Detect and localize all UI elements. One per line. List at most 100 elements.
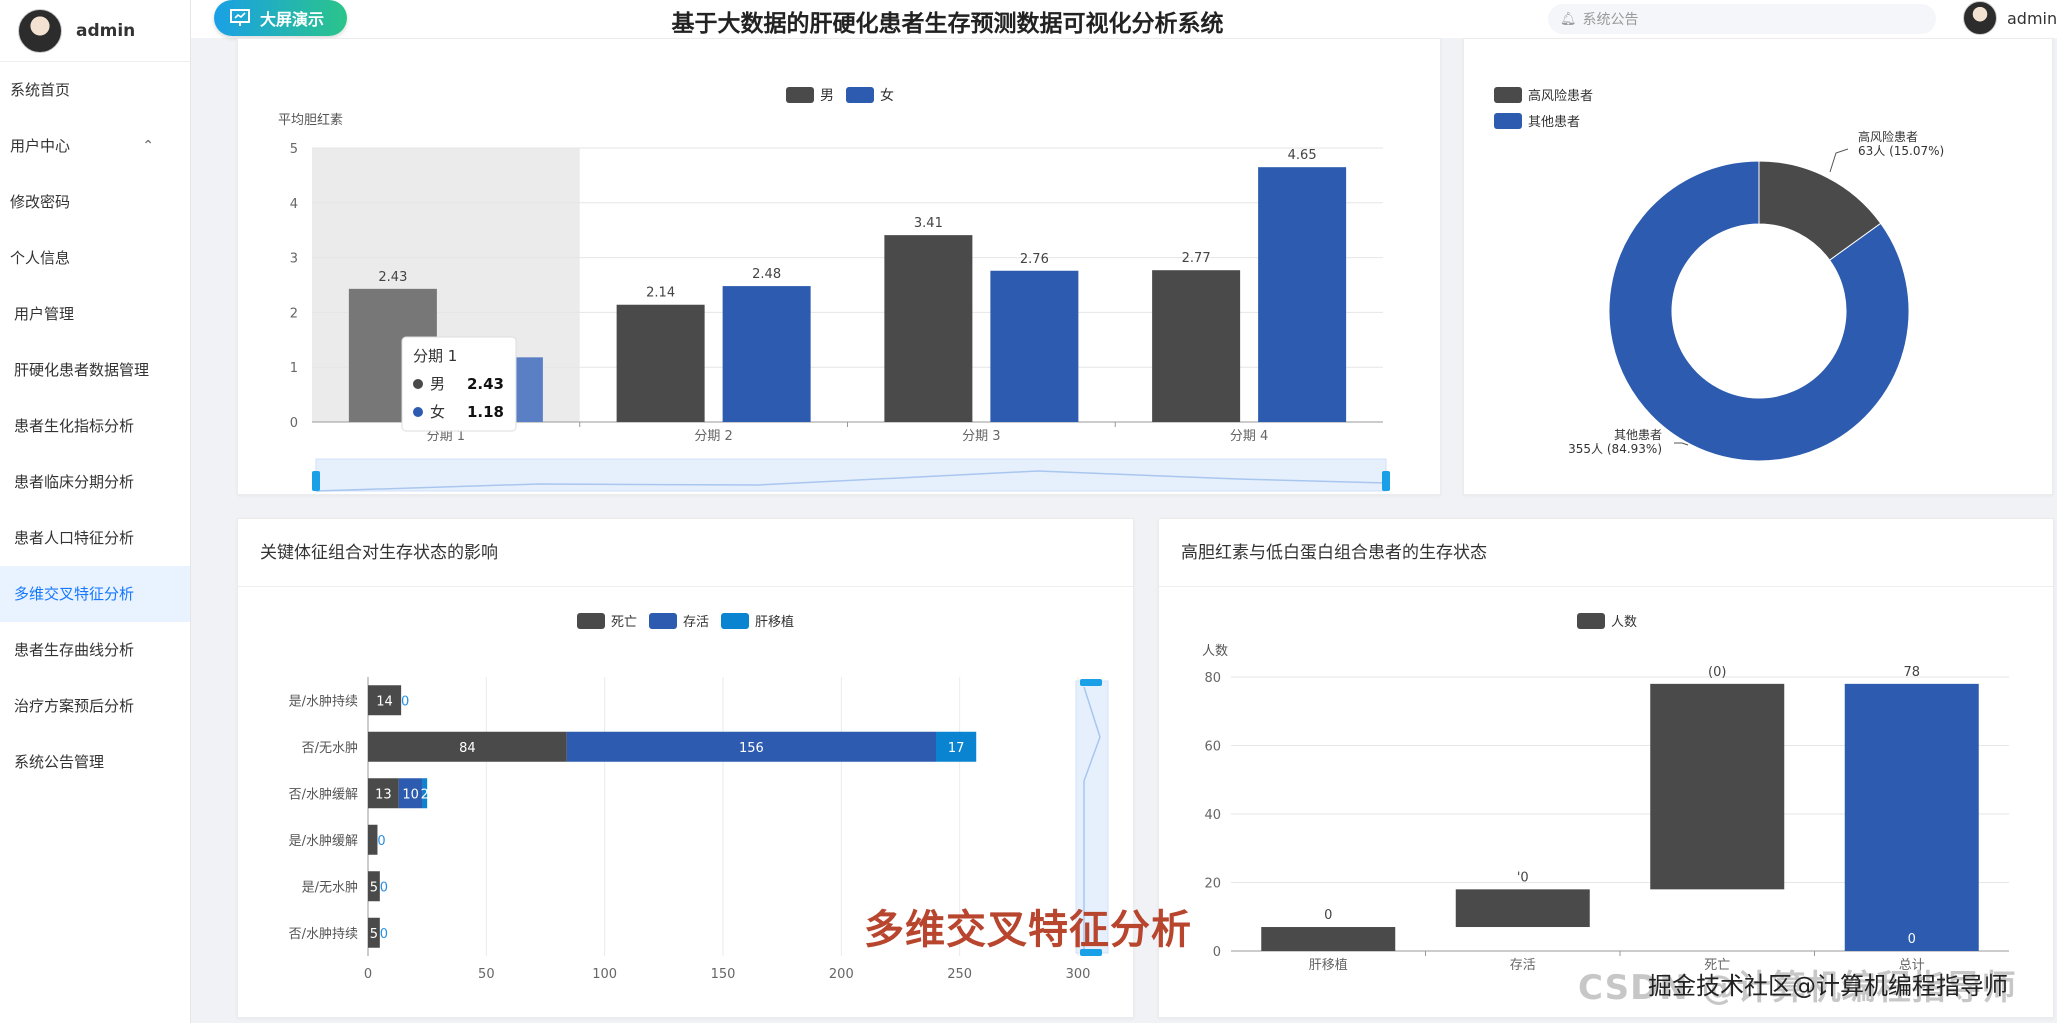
sidebar-item-label: 系统首页 [10, 81, 71, 99]
sidebar-item-label: 用户中心 [10, 137, 71, 155]
y-tick-label: 60 [1204, 740, 1221, 755]
risk-donut-chart: 高风险患者其他患者高风险患者63人 (15.07%)其他患者355人 (84.9… [1494, 87, 1944, 462]
sidebar-item-stage-analysis[interactable]: 患者临床分期分析 [0, 454, 190, 510]
bar [990, 270, 1079, 422]
sidebar-item-biochem-analysis[interactable]: 患者生化指标分析 [0, 398, 190, 454]
y-tick-label: 5 [290, 142, 298, 157]
bar-value-label: 13 [375, 787, 392, 802]
sidebar-item-user-management[interactable]: 用户管理 [0, 286, 190, 342]
bar-value-label: 2.14 [646, 286, 675, 301]
x-tick-label: 300 [1066, 967, 1091, 982]
slice-label: 高风险患者 [1858, 129, 1918, 144]
watermark-credit: 掘金技术社区@计算机编程指导师 [1648, 972, 2008, 1000]
sidebar-item-treatment-prognosis[interactable]: 治疗方案预后分析 [0, 678, 190, 734]
bar-value-label: 2 [421, 787, 429, 802]
watermark-overlay: 多维交叉特征分析 [864, 907, 1192, 953]
label-leader [1829, 148, 1849, 173]
zoom-handle-right [1382, 471, 1390, 491]
sidebar-item-user-center[interactable]: 用户中心 ⌃ [0, 118, 190, 174]
bar-value-label: 10 [402, 787, 419, 802]
tooltip-value: 1.18 [467, 403, 504, 421]
bar-value-label: 2.77 [1182, 251, 1211, 266]
zoom-handle-top [1080, 679, 1102, 686]
legend-swatch [1494, 87, 1522, 103]
sidebar-item-label: 患者生存曲线分析 [14, 641, 135, 659]
legend-label: 女 [880, 87, 894, 104]
slice-label: 其他患者 [1614, 428, 1662, 442]
top-user[interactable]: admin [1963, 1, 2057, 35]
sidebar-item-label: 患者临床分期分析 [14, 473, 135, 491]
avatar[interactable] [18, 8, 62, 53]
sidebar-item-home[interactable]: 系统首页 [0, 62, 190, 118]
bar [1258, 167, 1347, 422]
sidebar-item-survival-curve[interactable]: 患者生存曲线分析 [0, 622, 190, 678]
bar-segment [368, 824, 378, 855]
bar-value-label: '0 [1517, 870, 1529, 885]
legend-swatch [846, 87, 874, 103]
bar [1844, 683, 1979, 951]
sidebar-item-profile[interactable]: 个人信息 [0, 230, 190, 286]
bar-value-label: 3.41 [914, 216, 943, 231]
y-tick-label: 否/水肿缓解 [289, 787, 358, 802]
x-tick-label: 肝移植 [1309, 958, 1348, 973]
sidebar-item-patient-data[interactable]: 肝硬化患者数据管理 [0, 342, 190, 398]
top-username: admin [2007, 8, 2057, 28]
legend-label: 死亡 [611, 615, 637, 630]
bar-value-label: 0 [401, 694, 409, 709]
bar-value-label: 17 [948, 741, 965, 756]
bar [722, 286, 811, 422]
y-axis-label: 平均胆红素 [278, 112, 343, 128]
bar-value-label: 84 [459, 741, 476, 756]
x-tick-label: 分期 3 [962, 429, 1000, 444]
sidebar-item-label: 肝硬化患者数据管理 [14, 361, 150, 379]
bar [616, 304, 705, 422]
x-tick-label: 150 [711, 967, 736, 982]
notice-search[interactable]: 🔔︎ 系统公告 [1548, 4, 1936, 34]
sidebar-item-label: 修改密码 [10, 193, 71, 211]
legend-swatch [721, 613, 749, 629]
bar-value-label: (0) [1708, 665, 1726, 680]
sidebar-item-demographics[interactable]: 患者人口特征分析 [0, 510, 190, 566]
x-tick-label: 250 [947, 967, 972, 982]
x-tick-label: 50 [478, 967, 495, 982]
bar-value-label: 2.48 [752, 267, 781, 282]
sidebar-item-announcements[interactable]: 系统公告管理 [0, 734, 190, 790]
big-screen-button[interactable]: 大屏演示 [214, 0, 347, 36]
zoom-handle-left [312, 471, 320, 491]
big-screen-label: 大屏演示 [260, 10, 325, 29]
legend-label: 存活 [683, 615, 709, 630]
bar-value-label: 2.43 [378, 270, 407, 285]
slice-label: 63人 (15.07%) [1858, 144, 1944, 158]
legend-label: 人数 [1611, 615, 1637, 630]
legend-label: 肝移植 [755, 615, 794, 630]
page-title: 基于大数据的肝硬化患者生存预测数据可视化分析系统 [671, 11, 1224, 37]
sidebar-item-change-password[interactable]: 修改密码 [0, 174, 190, 230]
avatar[interactable] [1963, 1, 1997, 35]
bar [1261, 927, 1396, 951]
y-tick-label: 1 [290, 361, 298, 376]
x-tick-label: 200 [829, 967, 854, 982]
y-tick-label: 0 [290, 416, 298, 431]
bar-value-label: 0 [380, 880, 388, 895]
y-tick-label: 3 [290, 252, 298, 267]
tooltip-series-name: 女 [430, 403, 445, 421]
bar-value-label: 0 [377, 834, 385, 849]
bell-icon: 🔔︎ [1560, 11, 1577, 27]
bar-value-label: 4.65 [1288, 148, 1317, 163]
sidebar-item-label: 治疗方案预后分析 [14, 697, 135, 715]
legend-swatch [786, 87, 814, 103]
bar [1455, 889, 1590, 928]
tooltip-title: 分期 1 [413, 347, 457, 365]
bar [884, 235, 973, 422]
sidebar-item-multidim-analysis[interactable]: 多维交叉特征分析 [0, 566, 190, 622]
y-tick-label: 2 [290, 306, 298, 321]
x-tick-label: 存活 [1510, 958, 1536, 973]
x-tick-label: 100 [592, 967, 617, 982]
risk-donut-card: 高风险患者 其他患者 高风险患者 63人 (15.07%) 其他患者 355人 (84.9… [1463, 38, 2053, 495]
legend-swatch [649, 613, 677, 629]
sidebar-item-label: 多维交叉特征分析 [14, 585, 135, 603]
bar-value-label: 14 [376, 694, 393, 709]
legend-label: 高风险患者 [1528, 88, 1593, 104]
bar [1152, 270, 1241, 422]
legend-swatch [1494, 113, 1522, 129]
